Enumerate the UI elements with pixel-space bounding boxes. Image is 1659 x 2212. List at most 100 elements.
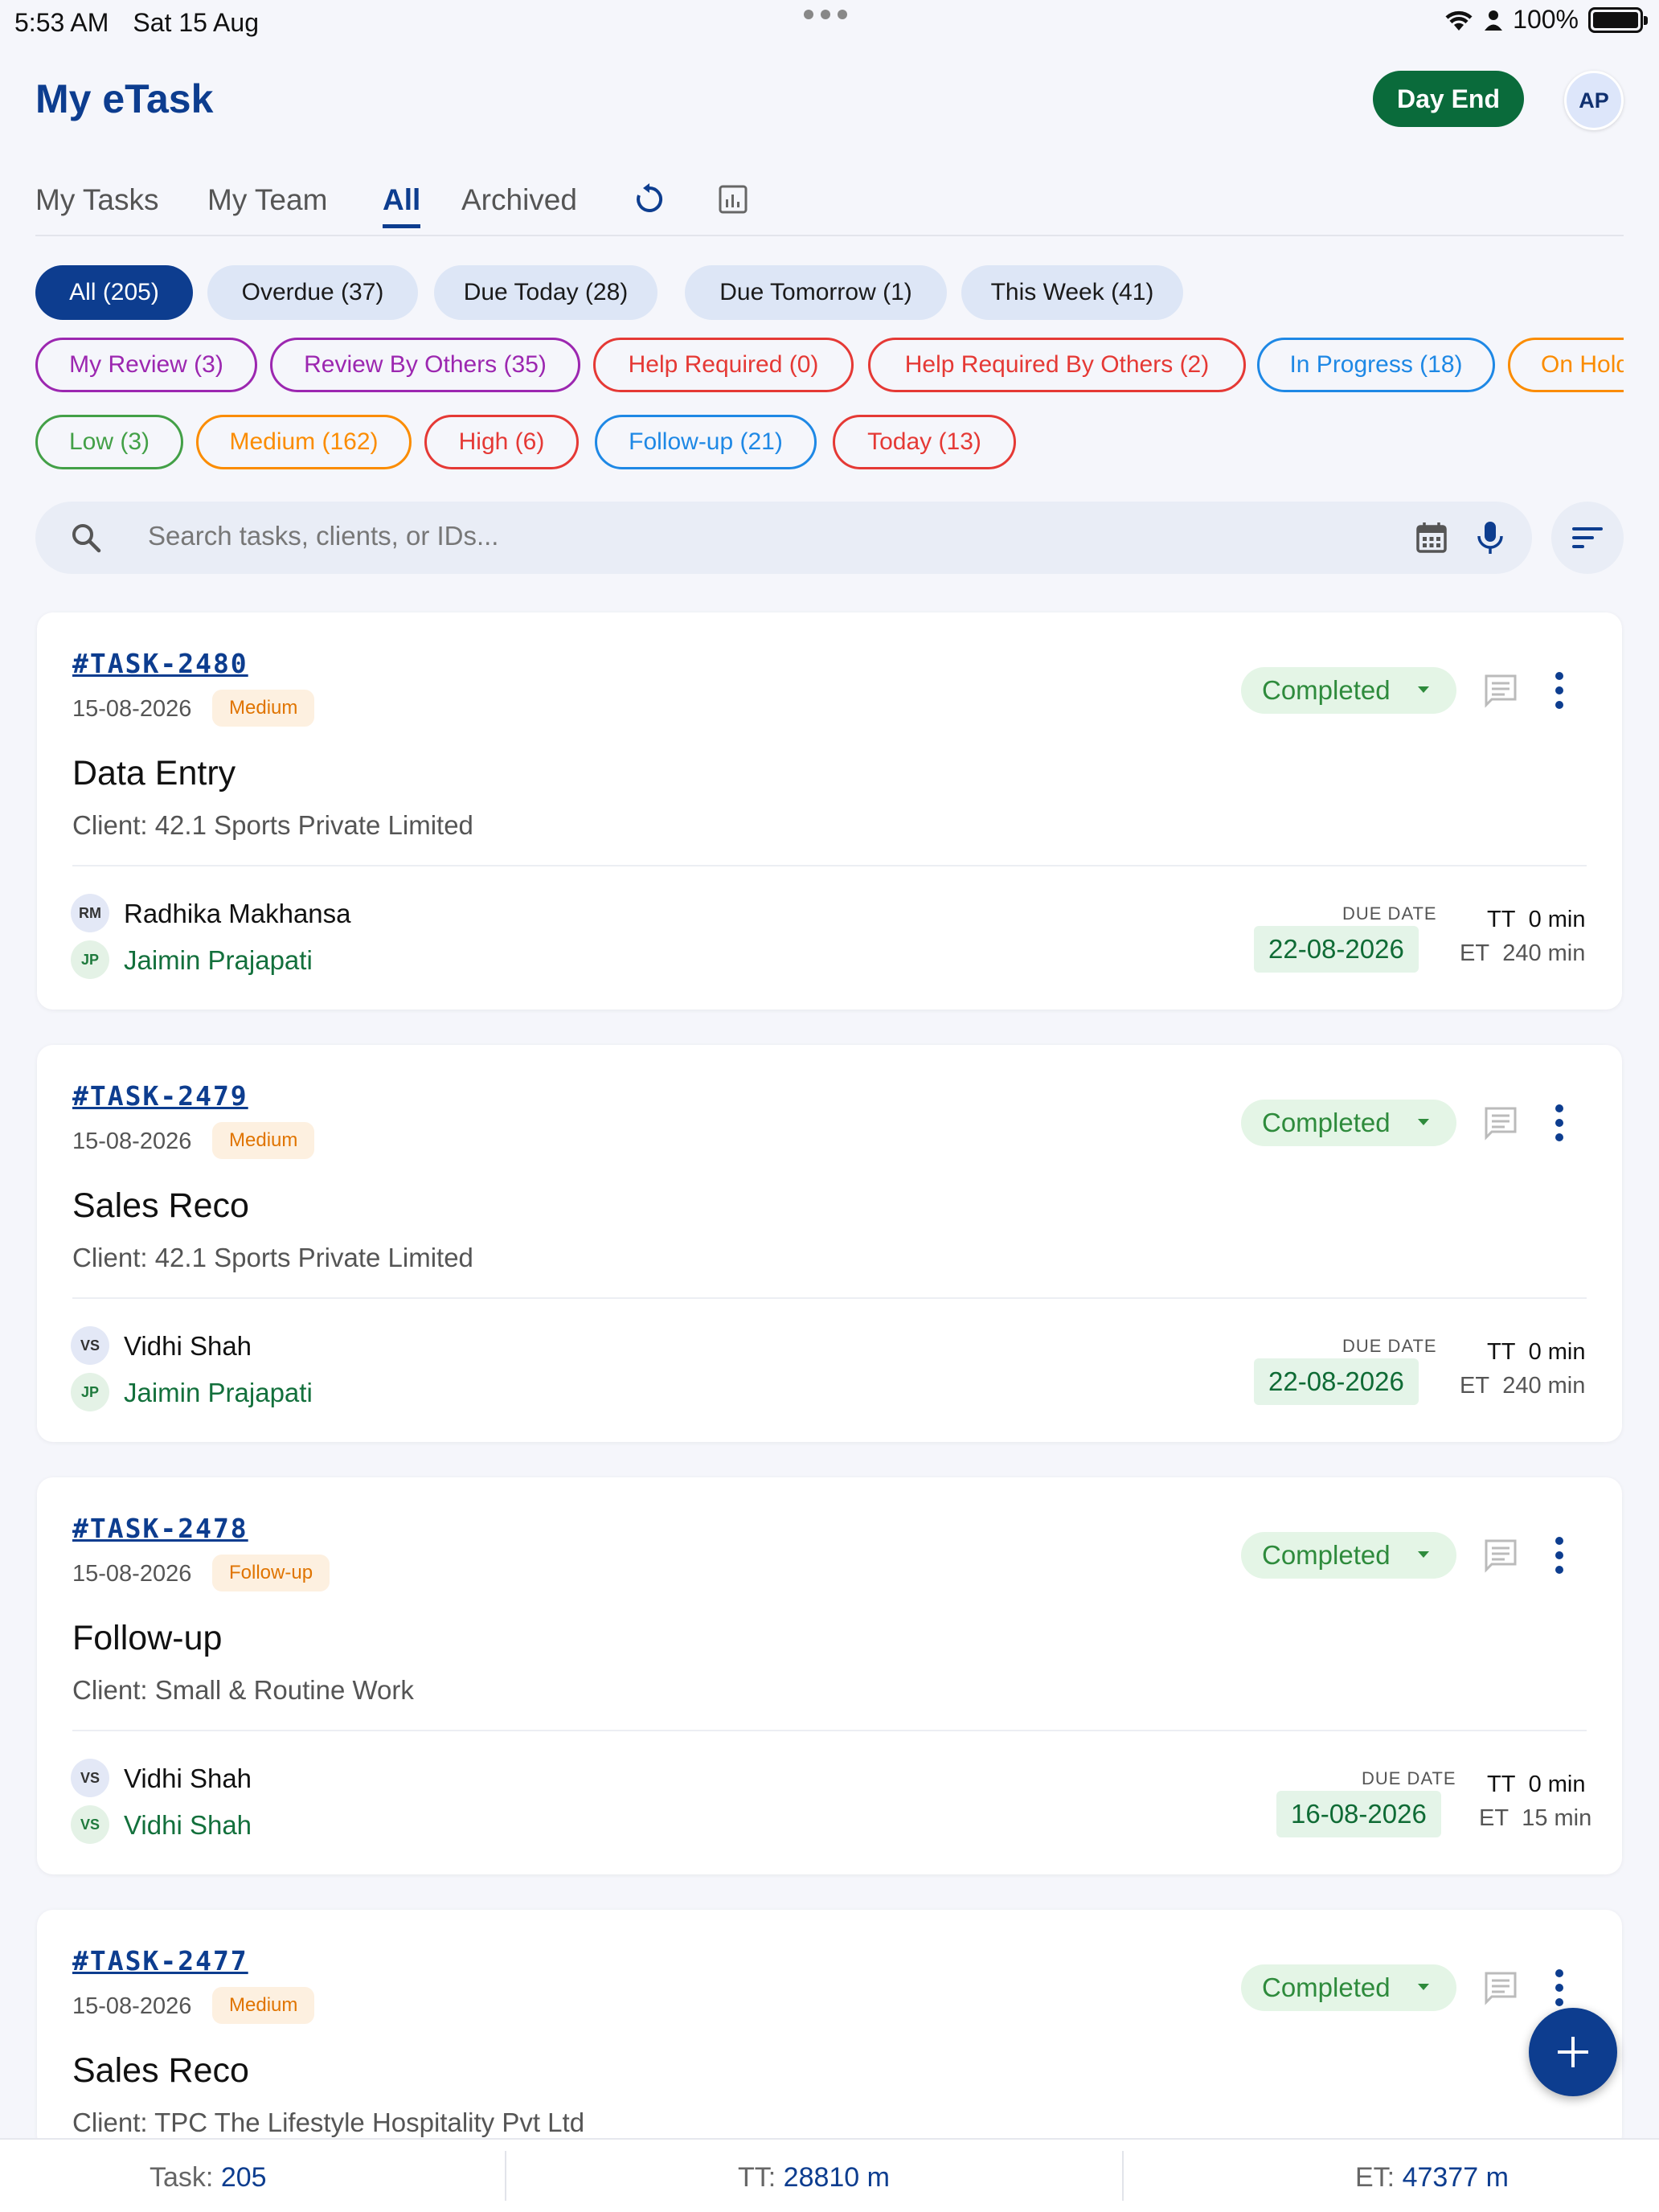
et-value: 240 min	[1502, 1373, 1586, 1399]
footer-et-value: 47377 m	[1402, 2162, 1509, 2193]
caret-down-icon	[1418, 1119, 1429, 1125]
more-options-icon[interactable]	[1543, 1532, 1575, 1579]
summary-footer: Task: 205 TT: 28810 m ET: 47377 m	[0, 2138, 1659, 2212]
filter-chip-high[interactable]: High (6)	[424, 415, 579, 469]
tt-label: TT	[1487, 907, 1516, 932]
filter-chip-in-progress[interactable]: In Progress (18)	[1257, 338, 1495, 392]
filter-chip-on-hold[interactable]: On Hold	[1508, 338, 1624, 392]
clock: 5:53 AM	[14, 7, 109, 37]
more-options-icon[interactable]	[1543, 1964, 1575, 2011]
report-icon[interactable]	[715, 182, 751, 217]
et-value: 15 min	[1522, 1805, 1592, 1831]
due-date-value: 22-08-2026	[1254, 926, 1419, 973]
filter-chip-review-by-others[interactable]: Review By Others (35)	[270, 338, 580, 392]
owner-name: Jaimin Prajapati	[124, 945, 313, 975]
filter-chip-overdue[interactable]: Overdue (37)	[207, 265, 418, 320]
due-date-label: DUE DATE	[1342, 1336, 1437, 1356]
filter-chip-due-tomorrow[interactable]: Due Tomorrow (1)	[685, 265, 947, 320]
system-status-bar: 5:53 AM Sat 15 Aug 100%	[0, 0, 1659, 45]
assignee-avatar: RM	[71, 894, 109, 932]
status-dropdown[interactable]: Completed	[1241, 1100, 1456, 1146]
refresh-icon[interactable]	[632, 182, 667, 217]
multitasking-dots-icon[interactable]	[804, 10, 847, 19]
status-label: Completed	[1262, 1972, 1391, 2002]
task-title: Follow-up	[72, 1619, 223, 1657]
task-date: 15-08-2026	[72, 696, 192, 722]
filter-chip-due-today[interactable]: Due Today (28)	[434, 265, 657, 320]
footer-task-count: Task: 205	[150, 2162, 267, 2194]
footer-et-label: ET:	[1355, 2162, 1395, 2193]
owner-name: Vidhi Shah	[124, 1810, 252, 1840]
day-end-button[interactable]: Day End	[1372, 71, 1524, 127]
task-id-link[interactable]: #TASK-2477	[72, 1945, 248, 1976]
footer-divider	[1122, 2151, 1124, 2201]
footer-task-value: 205	[220, 2162, 267, 2193]
status-dropdown[interactable]: Completed	[1241, 1964, 1456, 2011]
comment-icon[interactable]	[1481, 1535, 1521, 1575]
filter-chip-low[interactable]: Low (3)	[35, 415, 183, 469]
comment-icon[interactable]	[1481, 1968, 1521, 2008]
status-dropdown[interactable]: Completed	[1241, 1532, 1456, 1579]
status-label: Completed	[1262, 1108, 1391, 1137]
status-dropdown[interactable]: Completed	[1241, 667, 1456, 714]
app-header: My eTask Day End AP	[35, 71, 1624, 130]
more-options-icon[interactable]	[1543, 1100, 1575, 1146]
task-id-link[interactable]: #TASK-2480	[72, 648, 248, 679]
filter-chip-today[interactable]: Today (13)	[833, 415, 1016, 469]
footer-tt-label: TT:	[738, 2162, 776, 2193]
search-icon	[72, 524, 101, 553]
assignee-name: Vidhi Shah	[124, 1331, 252, 1361]
date-filter-row: All (205) Overdue (37) Due Today (28) Du…	[35, 265, 1624, 320]
card-divider	[72, 1297, 1587, 1299]
calendar-icon[interactable]	[1415, 521, 1448, 555]
filter-chip-medium[interactable]: Medium (162)	[196, 415, 412, 469]
filter-chip-this-week[interactable]: This Week (41)	[961, 265, 1183, 320]
et-label: ET	[1460, 1373, 1490, 1399]
et-label: ET	[1479, 1805, 1509, 1831]
task-card[interactable]: #TASK-2477 15-08-2026 Medium Sales Reco …	[37, 1910, 1622, 2151]
tab-my-tasks[interactable]: My Tasks	[35, 172, 159, 228]
assignee-name: Radhika Makhansa	[124, 899, 351, 928]
search-bar[interactable]: Search tasks, clients, or IDs...	[35, 502, 1532, 574]
tab-archived[interactable]: Archived	[461, 172, 577, 228]
status-label: Completed	[1262, 675, 1391, 705]
tt-label: TT	[1487, 1339, 1516, 1365]
task-title: Sales Reco	[72, 2051, 249, 2090]
card-divider	[72, 1730, 1587, 1731]
task-id-link[interactable]: #TASK-2478	[72, 1513, 248, 1544]
plus-icon	[1558, 2037, 1588, 2067]
priority-badge: Medium	[212, 690, 315, 727]
due-date-value: 22-08-2026	[1254, 1358, 1419, 1405]
wifi-icon	[1445, 10, 1473, 31]
owner-avatar: JP	[71, 940, 109, 979]
sort-filter-button[interactable]	[1551, 502, 1624, 574]
task-client: Client: 42.1 Sports Private Limited	[72, 810, 473, 840]
microphone-icon[interactable]	[1474, 519, 1506, 556]
comment-icon[interactable]	[1481, 1103, 1521, 1143]
task-client: Client: Small & Routine Work	[72, 1675, 414, 1705]
footer-tt-value: 28810 m	[783, 2162, 890, 2193]
add-task-button[interactable]	[1529, 2008, 1617, 2096]
owner-name: Jaimin Prajapati	[124, 1378, 313, 1407]
filter-chip-help-required-by-others[interactable]: Help Required By Others (2)	[868, 338, 1246, 392]
task-title: Sales Reco	[72, 1186, 249, 1225]
search-input[interactable]: Search tasks, clients, or IDs...	[148, 521, 498, 551]
priority-badge: Follow-up	[212, 1555, 330, 1591]
task-card[interactable]: #TASK-2479 15-08-2026 Medium Sales Reco …	[37, 1045, 1622, 1442]
filter-chip-all[interactable]: All (205)	[35, 265, 193, 320]
filter-chip-my-review[interactable]: My Review (3)	[35, 338, 257, 392]
task-date: 15-08-2026	[72, 1129, 192, 1154]
task-title: Data Entry	[72, 754, 236, 793]
task-id-link[interactable]: #TASK-2479	[72, 1080, 248, 1112]
filter-chip-help-required[interactable]: Help Required (0)	[593, 338, 854, 392]
tab-all[interactable]: All	[383, 172, 421, 228]
filter-chip-follow-up[interactable]: Follow-up (21)	[595, 415, 817, 469]
date: Sat 15 Aug	[133, 7, 259, 37]
task-card[interactable]: #TASK-2480 15-08-2026 Medium Data Entry …	[37, 612, 1622, 1010]
task-card[interactable]: #TASK-2478 15-08-2026 Follow-up Follow-u…	[37, 1477, 1622, 1874]
user-avatar[interactable]: AP	[1564, 71, 1624, 130]
due-date-label: DUE DATE	[1362, 1768, 1456, 1788]
more-options-icon[interactable]	[1543, 667, 1575, 714]
tab-my-team[interactable]: My Team	[207, 172, 327, 228]
comment-icon[interactable]	[1481, 670, 1521, 711]
